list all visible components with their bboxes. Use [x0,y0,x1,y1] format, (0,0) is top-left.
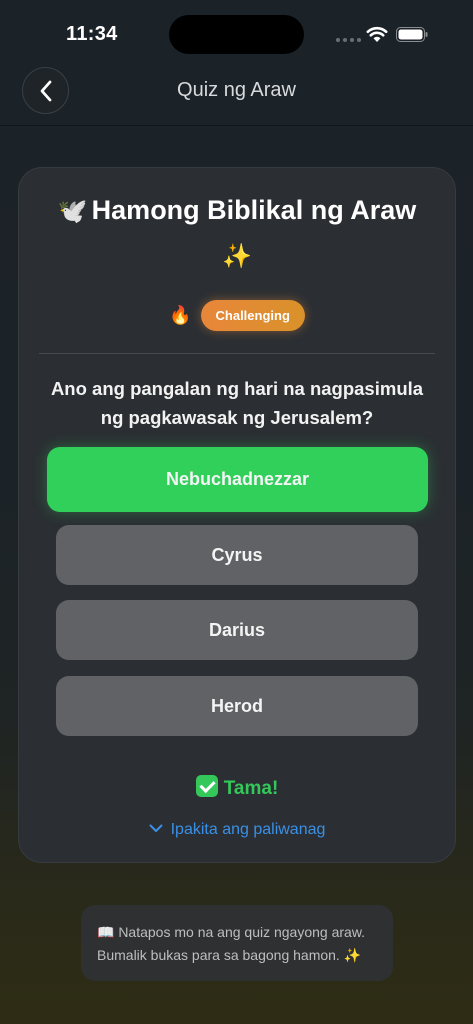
difficulty-badge: Challenging [200,300,305,331]
difficulty-row: 🔥 Challenging [19,300,455,331]
quiz-card: 🕊️ Hamong Biblikal ng Araw ✨ 🔥 Challengin… [18,167,456,863]
navigation-bar: Quiz ng Araw [0,60,473,126]
quiz-title-text: Hamong Biblikal ng Araw [91,195,417,225]
wifi-icon [366,26,388,42]
battery-icon [396,27,428,42]
completion-note-line2: Bumalik bukas para sa bagong hamon. ✨ [97,947,362,963]
status-time: 11:34 [66,23,118,45]
dove-icon: 🕊️ [57,198,88,225]
answer-option-nebuchadnezzar[interactable]: Nebuchadnezzar [47,447,428,512]
completion-note: 📖 Natapos mo na ang quiz ngayong araw. B… [81,905,393,981]
answer-option-cyrus[interactable]: Cyrus [56,525,418,585]
sparkles-icon: ✨ [222,243,252,270]
show-explanation-label: Ipakita ang paliwanag [170,821,326,838]
answer-option-herod[interactable]: Herod [56,676,418,736]
answer-option-darius[interactable]: Darius [56,600,418,660]
check-icon [195,775,218,797]
question-text: Ano ang pangalan ng hari na nagpasimula … [50,378,424,428]
cellular-signal-icon [336,38,361,42]
quiz-title: 🕊️ Hamong Biblikal ng Araw [19,195,455,226]
chevron-down-icon [149,824,163,832]
dynamic-island [169,15,304,54]
show-explanation-link[interactable]: Ipakita ang paliwanag [19,821,455,839]
fire-icon: 🔥 [169,305,192,325]
status-bar: 11:34 [0,0,473,60]
result-text: Tama! [223,778,279,799]
completion-note-line1: 📖 Natapos mo na ang quiz ngayong araw. [97,924,366,940]
page-title: Quiz ng Araw [177,79,296,101]
result-message: Tama! [19,775,455,800]
divider [39,353,435,354]
